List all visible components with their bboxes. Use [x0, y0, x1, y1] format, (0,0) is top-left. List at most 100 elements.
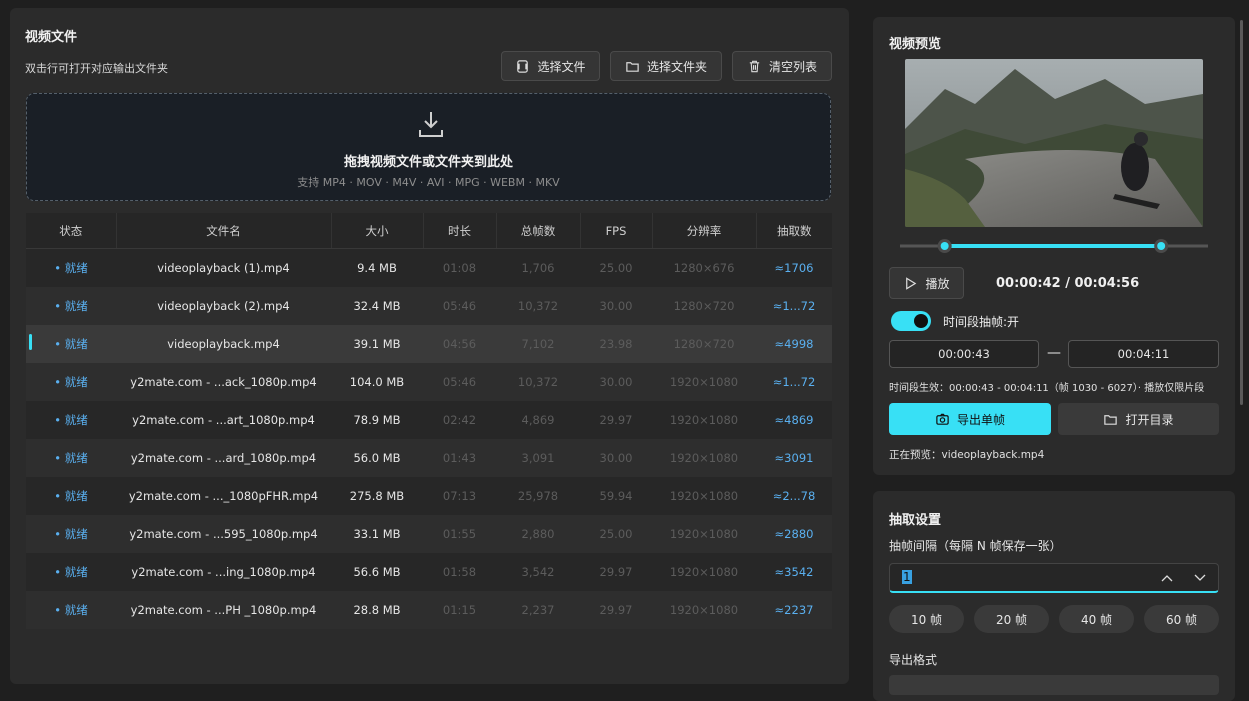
column-header[interactable]: 分辨率: [651, 213, 756, 249]
cell-duration-text: 01:43: [442, 451, 477, 465]
start-time-field[interactable]: 00:00:43: [889, 340, 1039, 368]
cell-fps: 29.97: [580, 401, 652, 439]
scrollbar[interactable]: [1240, 20, 1243, 405]
preset-10[interactable]: 10 帧: [889, 605, 964, 633]
table-row[interactable]: • 就绪 y2mate.com - ...ing_1080p.mp4 56.6 MB…: [26, 553, 832, 591]
cell-extract: ≈2...78: [756, 477, 832, 515]
hint-text: 双击行可打开对应输出文件夹: [25, 62, 168, 75]
cell-fps: 30.00: [580, 363, 652, 401]
cell-frames-text: 25,978: [517, 489, 559, 503]
cell-size: 32.4 MB: [331, 287, 423, 325]
play-button[interactable]: 播放: [889, 267, 964, 299]
cell-fps-text: 25.00: [599, 527, 633, 541]
preset-40[interactable]: 40 帧: [1059, 605, 1134, 633]
cell-size: 33.1 MB: [331, 515, 423, 553]
cell-duration: 01:58: [423, 553, 496, 591]
cell-name-text: y2mate.com - ...art_1080p.mp4: [132, 413, 315, 427]
cell-status: • 就绪: [26, 439, 116, 477]
cell-name-text: videoplayback (1).mp4: [157, 261, 290, 275]
column-header[interactable]: 总帧数: [495, 213, 580, 249]
cell-res: 1920×1080: [652, 591, 756, 629]
cell-fps: 30.00: [580, 439, 652, 477]
cell-name-text: videoplayback (2).mp4: [157, 299, 290, 313]
cell-status: • 就绪: [26, 287, 116, 325]
cell-extract: ≈4869: [756, 401, 832, 439]
cell-duration: 04:56: [423, 325, 496, 363]
cell-status-text: • 就绪: [54, 603, 88, 617]
cell-extract-text: ≈3091: [774, 451, 814, 465]
cell-extract: ≈4998: [756, 325, 832, 363]
table-row[interactable]: • 就绪 y2mate.com - ...ard_1080p.mp4 56.0 MB…: [26, 439, 832, 477]
drop-title: 拖拽视频文件或文件夹到此处: [343, 155, 513, 170]
cell-duration: 01:55: [423, 515, 496, 553]
select-file-button[interactable]: 选择文件: [501, 51, 600, 81]
open-directory-button[interactable]: 打开目录: [1058, 403, 1219, 435]
cell-name-text: y2mate.com - ...595_1080p.mp4: [129, 527, 318, 541]
cell-res-text: 1280×720: [673, 299, 735, 313]
segment-toggle[interactable]: [891, 311, 931, 331]
column-header[interactable]: 抽取数: [755, 213, 832, 249]
range-dash: —: [1047, 345, 1061, 361]
table-row[interactable]: • 就绪 y2mate.com - ...PH _1080p.mp4 28.8 MB…: [26, 591, 832, 629]
chevron-up-icon[interactable]: [1161, 574, 1173, 582]
cell-fps: 25.00: [580, 515, 652, 553]
column-header[interactable]: 状态: [26, 213, 116, 249]
cell-name: y2mate.com - ...595_1080p.mp4: [116, 515, 331, 553]
cell-frames-text: 10,372: [517, 375, 559, 389]
cell-extract: ≈2237: [756, 591, 832, 629]
preview-title: 视频预览: [889, 37, 942, 52]
cell-frames-text: 2,237: [521, 603, 555, 617]
cell-size: 275.8 MB: [331, 477, 423, 515]
column-header[interactable]: 文件名: [115, 213, 331, 249]
cell-size: 56.6 MB: [331, 553, 423, 591]
cell-frames-text: 3,091: [521, 451, 555, 465]
cell-name-text: videoplayback.mp4: [167, 337, 280, 351]
table-row[interactable]: • 就绪 y2mate.com - ...art_1080p.mp4 78.9 MB…: [26, 401, 832, 439]
format-selector[interactable]: [889, 675, 1219, 695]
cell-frames-text: 7,102: [521, 337, 555, 351]
end-time-field[interactable]: 00:04:11: [1068, 340, 1219, 368]
drop-zone[interactable]: 拖拽视频文件或文件夹到此处 支持 MP4 · MOV · M4V · AVI ·…: [26, 93, 831, 201]
interval-spinbox[interactable]: 1: [889, 563, 1219, 593]
cell-size-text: 275.8 MB: [349, 489, 405, 503]
cell-status: • 就绪: [26, 553, 116, 591]
cell-status-text: • 就绪: [54, 527, 88, 541]
cell-res: 1920×1080: [652, 401, 756, 439]
preset-20[interactable]: 20 帧: [974, 605, 1049, 633]
cell-status-text: • 就绪: [54, 451, 88, 465]
cell-duration-text: 02:42: [442, 413, 477, 427]
cell-fps-text: 29.97: [599, 603, 633, 617]
range-slider[interactable]: [900, 237, 1208, 255]
table-row[interactable]: • 就绪 videoplayback.mp4 39.1 MB 04:56 7,102 23…: [26, 325, 832, 363]
cell-status: • 就绪: [26, 248, 116, 287]
drop-formats: 支持 MP4 · MOV · M4V · AVI · MPG · WEBM · …: [297, 176, 560, 189]
cell-extract: ≈1...72: [756, 363, 832, 401]
interval-input[interactable]: 1: [902, 570, 912, 584]
table-row[interactable]: • 就绪 videoplayback (1).mp4 9.4 MB 01:08 1,70…: [26, 248, 832, 287]
cell-res: 1280×676: [652, 248, 756, 287]
table-row[interactable]: • 就绪 y2mate.com - ...ack_1080p.mp4 104.0 M…: [26, 363, 832, 401]
cell-extract: ≈3542: [756, 553, 832, 591]
table-row[interactable]: • 就绪 y2mate.com - ..._1080pFHR.mp4 275.8 M…: [26, 477, 832, 515]
slider-end-handle-dot: [1157, 242, 1166, 250]
column-header[interactable]: 时长: [422, 213, 496, 249]
table-row[interactable]: • 就绪 y2mate.com - ...595_1080p.mp4 33.1 MB…: [26, 515, 832, 553]
table-row[interactable]: • 就绪 videoplayback (2).mp4 32.4 MB 05:46 10,…: [26, 287, 832, 325]
column-header[interactable]: FPS: [579, 213, 652, 249]
clear-list-button[interactable]: 清空列表: [732, 51, 832, 81]
cell-name: y2mate.com - ...art_1080p.mp4: [116, 401, 331, 439]
chevron-down-icon[interactable]: [1194, 574, 1206, 582]
cell-size-text: 104.0 MB: [349, 375, 405, 389]
cell-status-text: • 就绪: [54, 299, 88, 313]
video-frame[interactable]: [905, 59, 1203, 227]
cell-duration-text: 01:55: [442, 527, 477, 541]
preset-60[interactable]: 60 帧: [1144, 605, 1219, 633]
select-folder-button[interactable]: 选择文件夹: [610, 51, 722, 81]
cell-frames-text: 1,706: [521, 261, 555, 275]
column-header[interactable]: 大小: [330, 213, 423, 249]
folder-icon: [1104, 414, 1118, 425]
export-frame-button[interactable]: 导出单帧: [889, 403, 1051, 435]
cell-name-text: y2mate.com - ...PH _1080p.mp4: [130, 603, 317, 617]
cell-name: y2mate.com - ...PH _1080p.mp4: [116, 591, 331, 629]
cell-size: 56.0 MB: [331, 439, 423, 477]
